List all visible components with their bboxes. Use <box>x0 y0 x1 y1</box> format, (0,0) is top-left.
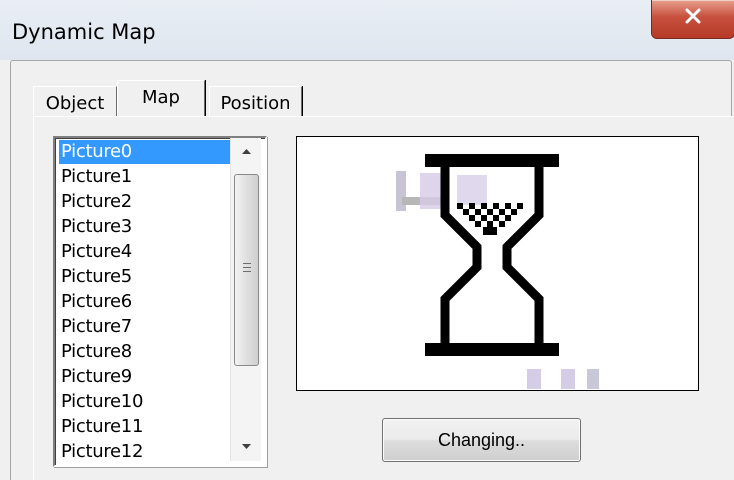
tab-map-label: Map <box>142 87 180 108</box>
list-item[interactable]: Picture12 <box>59 440 233 464</box>
list-item[interactable]: Picture11 <box>59 415 233 439</box>
list-item[interactable]: Picture10 <box>59 390 233 414</box>
changing-button[interactable]: Changing.. <box>382 418 581 462</box>
scroll-grip-icon <box>243 263 251 272</box>
hourglass-icon <box>396 154 599 389</box>
close-button[interactable] <box>651 0 734 39</box>
scroll-thumb[interactable] <box>234 174 259 366</box>
list-item[interactable]: Picture1 <box>59 165 233 189</box>
list-item[interactable]: Picture4 <box>59 240 233 264</box>
tab-map[interactable]: Map <box>117 80 205 116</box>
tab-position-label: Position <box>220 93 291 114</box>
close-icon <box>685 8 701 24</box>
list-scrollbar[interactable] <box>230 138 261 461</box>
list-item[interactable]: Picture2 <box>59 190 233 214</box>
list-item[interactable]: Picture3 <box>59 215 233 239</box>
tab-position[interactable]: Position <box>209 86 302 116</box>
list-item[interactable]: Picture8 <box>59 340 233 364</box>
tab-object[interactable]: Object <box>33 86 117 116</box>
scroll-up-button[interactable] <box>231 138 261 166</box>
list-item[interactable]: Picture0 <box>59 140 233 164</box>
map-preview <box>296 136 699 391</box>
list-item[interactable]: Picture5 <box>59 265 233 289</box>
list-item[interactable]: Picture6 <box>59 290 233 314</box>
title-bar: Dynamic Map <box>0 0 734 60</box>
window-title: Dynamic Map <box>12 20 156 44</box>
list-item[interactable]: Picture7 <box>59 315 233 339</box>
list-item[interactable]: Picture9 <box>59 365 233 389</box>
scroll-up-icon <box>242 149 251 154</box>
scroll-down-icon <box>242 444 251 449</box>
scroll-down-button[interactable] <box>231 433 261 461</box>
tab-object-label: Object <box>45 93 105 114</box>
